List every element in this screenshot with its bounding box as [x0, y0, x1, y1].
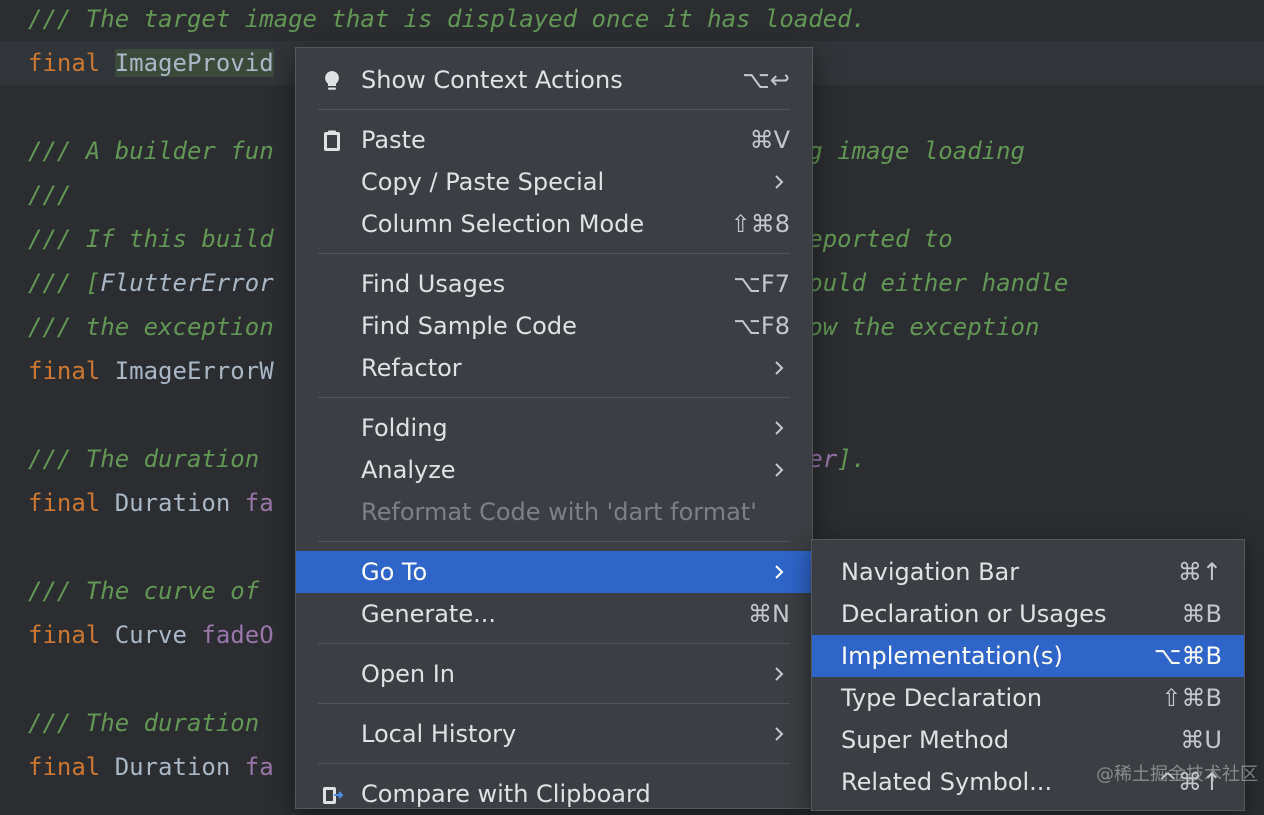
menu-item-generate[interactable]: Generate... ⌘N	[296, 593, 812, 635]
menu-item-label: Super Method	[841, 726, 1009, 754]
menu-item-shortcut: ⌥↩	[742, 66, 790, 94]
code-token: final	[28, 753, 115, 781]
code-token: fa	[244, 753, 274, 781]
menu-item-copy-paste-special[interactable]: Copy / Paste Special	[296, 161, 812, 203]
code-token: /// [	[28, 269, 101, 297]
menu-item-label: Navigation Bar	[841, 558, 1020, 586]
menu-item-label: Copy / Paste Special	[361, 168, 605, 196]
code-token: /// the exception	[28, 313, 274, 341]
menu-item-shortcut: ⇧⌘B	[1161, 684, 1222, 712]
menu-item-go-to[interactable]: Go To	[296, 551, 812, 593]
chevron-right-icon	[775, 421, 784, 435]
menu-item-shortcut: ⌥⌘B	[1153, 642, 1222, 670]
chevron-right-icon	[775, 361, 784, 375]
menu-item-column-selection-mode[interactable]: Column Selection Mode ⇧⌘8	[296, 203, 812, 245]
chevron-right-icon	[775, 175, 784, 189]
menu-item-refactor[interactable]: Refactor	[296, 347, 812, 389]
chevron-right-icon	[775, 727, 784, 741]
menu-item-label: Paste	[361, 126, 426, 154]
menu-separator	[318, 763, 790, 764]
menu-item-find-sample-code[interactable]: Find Sample Code ⌥F8	[296, 305, 812, 347]
code-token: Curve	[114, 621, 202, 649]
menu-separator	[318, 541, 790, 542]
chevron-right-icon	[775, 667, 784, 681]
lightbulb-icon	[325, 71, 339, 90]
menu-separator	[318, 703, 790, 704]
menu-item-label: Reformat Code with 'dart format'	[361, 498, 757, 526]
code-token: /// The target image that is displayed o…	[28, 5, 867, 33]
code-token: /// A builder fun	[28, 137, 274, 165]
clipboard-icon	[324, 130, 340, 151]
menu-item-find-usages[interactable]: Find Usages ⌥F7	[296, 263, 812, 305]
code-token: Duration	[114, 489, 245, 517]
menu-item-label: Type Declaration	[841, 684, 1043, 712]
menu-separator	[318, 643, 790, 644]
menu-separator	[318, 109, 790, 110]
code-token: /// If this build	[28, 225, 274, 253]
submenu-item-implementations[interactable]: Implementation(s) ⌥⌘B	[812, 635, 1244, 677]
menu-item-shortcut: ⇧⌘8	[730, 210, 790, 238]
code-token: fadeO	[201, 621, 274, 649]
code-token: FlutterError	[100, 269, 274, 297]
code-token: /// The duration	[28, 709, 274, 737]
chevron-right-icon	[775, 463, 784, 477]
menu-item-shortcut: ⌥F8	[733, 312, 790, 340]
menu-item-open-in[interactable]: Open In	[296, 653, 812, 695]
menu-item-analyze[interactable]: Analyze	[296, 449, 812, 491]
menu-item-local-history[interactable]: Local History	[296, 713, 812, 755]
code-token: /// The duration	[28, 445, 274, 473]
code-token: final	[28, 357, 115, 385]
watermark: @稀土掘金技术社区	[1096, 764, 1258, 785]
menu-separator	[318, 253, 790, 254]
menu-item-label: Find Sample Code	[361, 312, 577, 340]
menu-item-label: Go To	[361, 558, 428, 586]
code-token: fa	[244, 489, 274, 517]
code-token: final	[28, 49, 115, 77]
menu-item-paste[interactable]: Paste ⌘V	[296, 119, 812, 161]
code-token: final	[28, 489, 115, 517]
menu-item-label: Open In	[361, 660, 456, 688]
menu-item-shortcut: ⌘V	[749, 126, 790, 154]
menu-separator	[318, 397, 790, 398]
menu-item-label: Local History	[361, 720, 517, 748]
menu-item-label: Find Usages	[361, 270, 506, 298]
code-token: /// The curve of	[28, 577, 274, 605]
menu-item-shortcut: ⌘↑	[1177, 558, 1222, 586]
menu-item-reformat-code: Reformat Code with 'dart format'	[296, 491, 812, 533]
code-token: Duration	[114, 753, 245, 781]
menu-item-label: Folding	[361, 414, 448, 442]
menu-item-show-context-actions[interactable]: Show Context Actions ⌥↩	[296, 59, 812, 101]
code-token: ].	[837, 445, 867, 473]
submenu-item-declaration-or-usages[interactable]: Declaration or Usages ⌘B	[812, 593, 1244, 635]
submenu-item-super-method[interactable]: Super Method ⌘U	[812, 719, 1244, 761]
code-token: final	[28, 621, 115, 649]
editor-context-menu: Show Context Actions ⌥↩ Paste ⌘V Copy / …	[295, 47, 813, 809]
submenu-item-type-declaration[interactable]: Type Declaration ⇧⌘B	[812, 677, 1244, 719]
menu-item-label: Generate...	[361, 600, 496, 628]
menu-item-shortcut: ⌘U	[1180, 726, 1222, 754]
code-line[interactable]: /// The target image that is displayed o…	[28, 0, 1264, 41]
menu-item-label: Related Symbol...	[841, 768, 1053, 796]
menu-item-label: Compare with Clipboard	[361, 780, 651, 808]
menu-item-label: Implementation(s)	[841, 642, 1063, 670]
submenu-item-navigation-bar[interactable]: Navigation Bar ⌘↑	[812, 551, 1244, 593]
menu-item-label: Column Selection Mode	[361, 210, 645, 238]
menu-item-label: Analyze	[361, 456, 456, 484]
menu-item-shortcut: ⌘B	[1181, 600, 1222, 628]
menu-item-shortcut: ⌥F7	[733, 270, 790, 298]
menu-item-shortcut: ⌘N	[748, 600, 790, 628]
code-token: ///	[28, 181, 72, 209]
compare-clipboard-icon	[323, 787, 344, 804]
menu-item-label: Refactor	[361, 354, 462, 382]
menu-item-compare-with-clipboard[interactable]: Compare with Clipboard	[296, 773, 812, 815]
menu-item-label: Show Context Actions	[361, 66, 623, 94]
menu-item-label: Declaration or Usages	[841, 600, 1107, 628]
chevron-right-icon	[775, 565, 784, 579]
menu-item-folding[interactable]: Folding	[296, 407, 812, 449]
code-token: ImageErrorW	[114, 357, 274, 385]
code-token: ImageProvid	[114, 49, 274, 77]
